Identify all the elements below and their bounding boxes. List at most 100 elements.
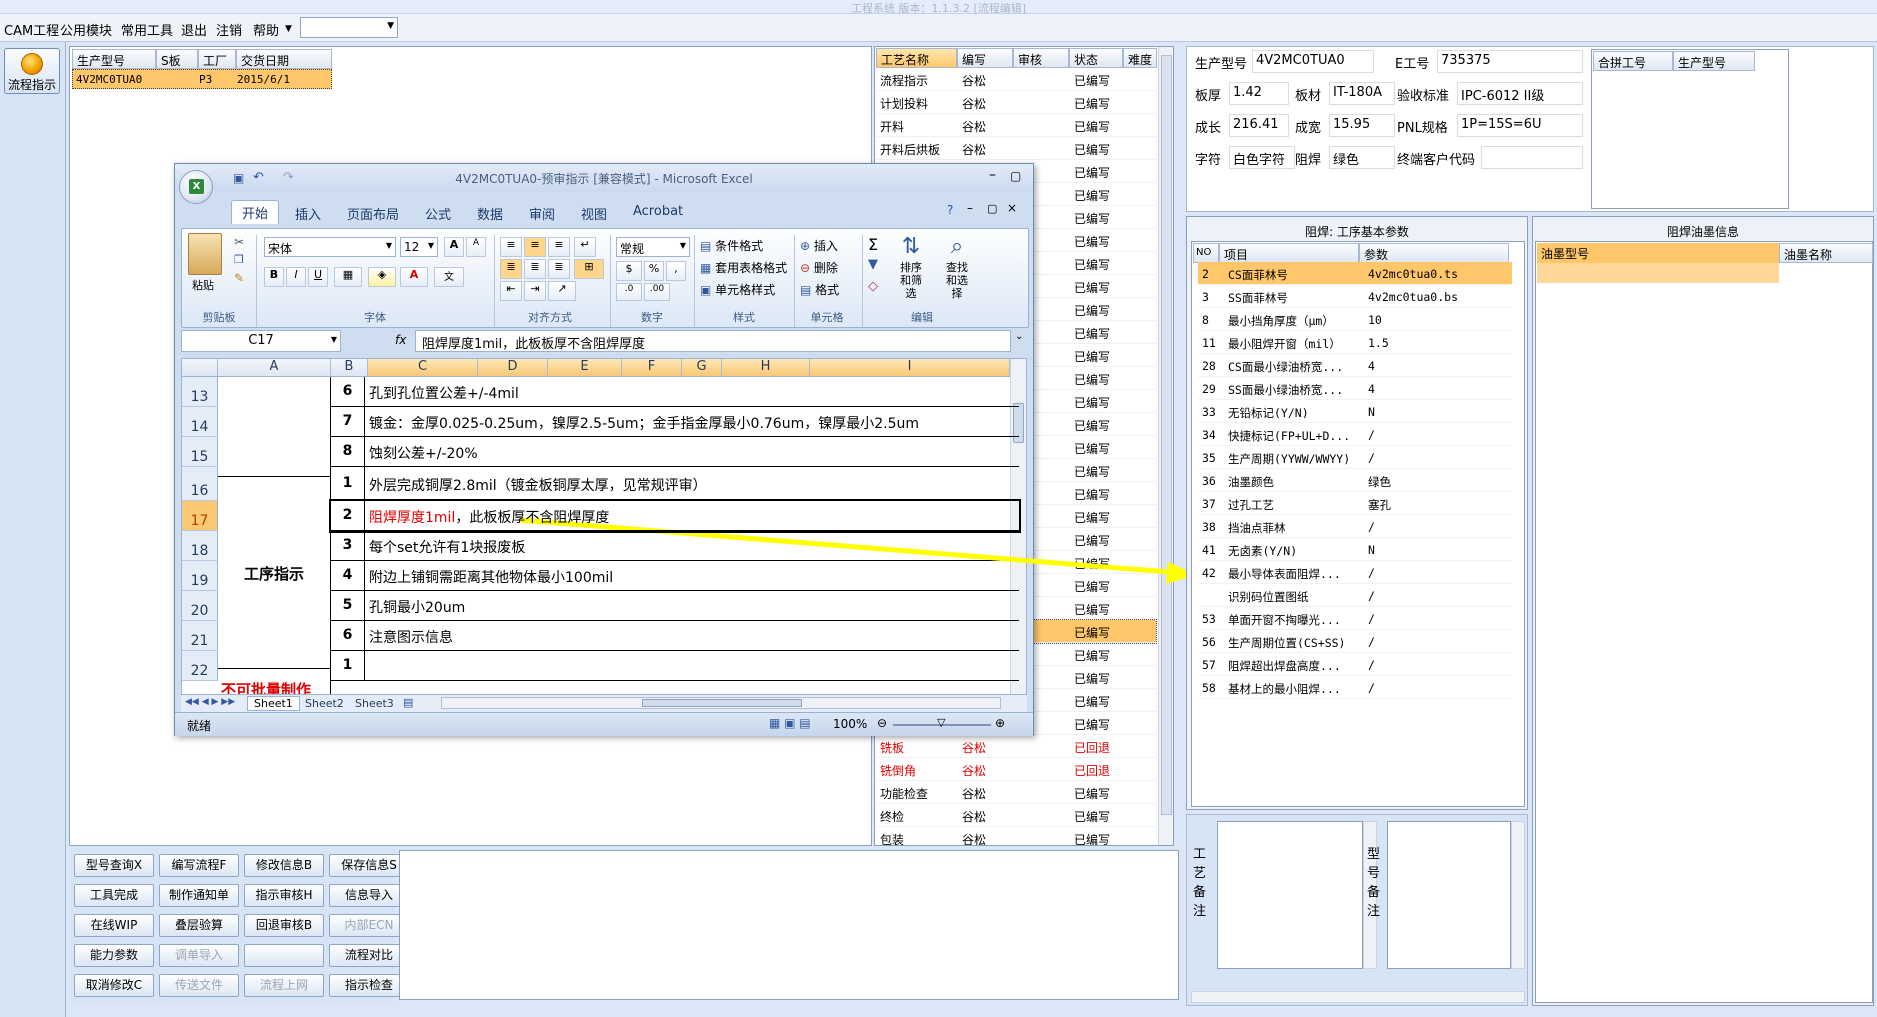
action-button[interactable]: 流程上网 bbox=[244, 974, 324, 997]
param-row[interactable]: 33 无铅标记(Y/N) N bbox=[1198, 400, 1512, 423]
params-header-value[interactable]: 参数 bbox=[1359, 243, 1509, 263]
param-row[interactable]: 41 无卤素(Y/N) N bbox=[1198, 538, 1512, 561]
ink-header-name[interactable]: 油墨名称 bbox=[1779, 243, 1873, 263]
action-button[interactable]: 编写流程F bbox=[159, 854, 239, 877]
param-row[interactable]: 57 阻焊超出焊盘高度... / bbox=[1198, 653, 1512, 676]
params-header-item[interactable]: 项目 bbox=[1219, 243, 1359, 263]
table-row[interactable]: 2 阻焊厚度1mil，此板板厚不含阻焊厚度 bbox=[329, 499, 1021, 533]
param-cell: 阻焊超出焊盘高度... bbox=[1228, 659, 1341, 673]
param-row[interactable]: 42 最小导体表面阻焊... / bbox=[1198, 561, 1512, 584]
param-cell: N bbox=[1368, 543, 1375, 557]
craft-note-textarea[interactable] bbox=[1217, 821, 1363, 969]
action-button[interactable]: 在线WIP bbox=[74, 914, 154, 937]
param-cell: 4v2mc0tua0.bs bbox=[1368, 290, 1459, 304]
param-cell: / bbox=[1368, 658, 1375, 672]
action-button[interactable]: 内部ECN bbox=[329, 914, 409, 937]
param-cell: / bbox=[1368, 612, 1375, 626]
customer-label: 终端客户代码 bbox=[1397, 153, 1476, 168]
thickness-value: 1.42 bbox=[1229, 82, 1289, 105]
param-cell: 4v2mc0tua0.ts bbox=[1368, 267, 1459, 281]
param-cell: 挡油点菲林 bbox=[1228, 521, 1286, 535]
action-button[interactable]: 回退审核B bbox=[244, 914, 324, 937]
action-button[interactable]: 制作通知单 bbox=[159, 884, 239, 907]
action-button[interactable]: 能力参数 bbox=[74, 944, 154, 967]
param-cell: / bbox=[1368, 428, 1375, 442]
param-row[interactable]: 53 单面开窗不掏曝光... / bbox=[1198, 607, 1512, 630]
action-button[interactable]: 工具完成 bbox=[74, 884, 154, 907]
merge-header-job[interactable]: 合拼工号 bbox=[1593, 51, 1673, 71]
action-button[interactable]: 保存信息S bbox=[329, 854, 409, 877]
param-cell: 57 bbox=[1202, 658, 1216, 672]
param-cell: 最小导体表面阻焊... bbox=[1228, 567, 1341, 581]
width-value: 15.95 bbox=[1329, 114, 1395, 137]
param-row[interactable]: 8 最小挡角厚度（μm） 10 bbox=[1198, 308, 1512, 331]
param-row[interactable]: 56 生产周期位置(CS+SS) / bbox=[1198, 630, 1512, 653]
model-note-scroll[interactable] bbox=[1511, 821, 1525, 969]
action-button[interactable]: 修改信息B bbox=[244, 854, 324, 877]
ink-row-selected[interactable] bbox=[1537, 263, 1779, 283]
param-row[interactable]: 3 SS面菲林号 4v2mc0tua0.bs bbox=[1198, 285, 1512, 308]
param-cell: 41 bbox=[1202, 543, 1216, 557]
action-button[interactable]: 指示审核H bbox=[244, 884, 324, 907]
action-button[interactable]: 取消修改C bbox=[74, 974, 154, 997]
param-row[interactable]: 35 生产周期(YYWW/WWYY) / bbox=[1198, 446, 1512, 469]
action-button[interactable]: 叠层验算 bbox=[159, 914, 239, 937]
param-cell: CS面最小绿油桥宽... bbox=[1228, 360, 1344, 374]
param-cell: / bbox=[1368, 566, 1375, 580]
param-row[interactable]: 36 油墨颜色 绿色 bbox=[1198, 469, 1512, 492]
param-cell: 2 bbox=[1202, 267, 1209, 281]
action-button[interactable]: 传送文件 bbox=[159, 974, 239, 997]
ink-header-model[interactable]: 油墨型号 bbox=[1537, 243, 1779, 263]
action-button[interactable]: 流程对比 bbox=[329, 944, 409, 967]
param-row[interactable]: 11 最小阻焊开窗（mil） 1.5 bbox=[1198, 331, 1512, 354]
model-label: 生产型号 bbox=[1195, 57, 1248, 72]
length-value: 216.41 bbox=[1229, 114, 1289, 137]
param-row[interactable]: 识别码位置图纸 / bbox=[1198, 584, 1512, 607]
param-cell: 最小挡角厚度（μm） bbox=[1228, 314, 1334, 328]
width-label: 成宽 bbox=[1295, 121, 1322, 136]
param-cell: 3 bbox=[1202, 290, 1209, 304]
pnl-value: 1P=15S=6U bbox=[1457, 114, 1583, 137]
param-cell: / bbox=[1368, 681, 1375, 695]
param-cell: 28 bbox=[1202, 359, 1216, 373]
param-cell: / bbox=[1368, 451, 1375, 465]
merge-header-model[interactable]: 生产型号 bbox=[1673, 51, 1755, 71]
param-row[interactable]: 28 CS面最小绿油桥宽... 4 bbox=[1198, 354, 1512, 377]
action-button[interactable]: 指示检查 bbox=[329, 974, 409, 997]
param-cell: / bbox=[1368, 520, 1375, 534]
message-textarea[interactable] bbox=[399, 850, 1179, 1000]
param-row[interactable]: 34 快捷标记(FP+UL+D... / bbox=[1198, 423, 1512, 446]
param-cell: 油墨颜色 bbox=[1228, 475, 1274, 489]
ink-grid: 油墨型号 油墨名称 bbox=[1535, 241, 1873, 1003]
param-row[interactable]: 38 挡油点菲林 / bbox=[1198, 515, 1512, 538]
model-value: 4V2MC0TUA0 bbox=[1252, 50, 1374, 73]
ink-title: 阻焊油墨信息 bbox=[1666, 225, 1739, 239]
params-header-no[interactable]: NO bbox=[1193, 243, 1219, 263]
red-text: 阻焊厚度1mil bbox=[369, 510, 456, 526]
ink-panel: 阻焊油墨信息 油墨型号 油墨名称 bbox=[1532, 216, 1874, 1006]
thickness-label: 板厚 bbox=[1195, 89, 1222, 104]
param-cell: N bbox=[1368, 405, 1375, 419]
param-row[interactable]: 29 SS面最小绿油桥宽... 4 bbox=[1198, 377, 1512, 400]
action-button[interactable]: 型号查询X bbox=[74, 854, 154, 877]
model-note-textarea[interactable] bbox=[1387, 821, 1511, 969]
mask-value: 绿色 bbox=[1329, 146, 1395, 169]
param-cell: 53 bbox=[1202, 612, 1216, 626]
param-cell: 过孔工艺 bbox=[1228, 498, 1274, 512]
e-label: E工号 bbox=[1395, 57, 1430, 72]
param-cell: 无铅标记(Y/N) bbox=[1228, 406, 1309, 420]
action-button[interactable] bbox=[244, 944, 324, 967]
param-row[interactable]: 2 CS面菲林号 4v2mc0tua0.ts bbox=[1198, 262, 1512, 285]
standard-label: 验收标准 bbox=[1397, 89, 1450, 104]
info-panel: 生产型号 4V2MC0TUA0 E工号 735375 板厚 1.42 板材 IT… bbox=[1186, 46, 1874, 212]
notes-hscroll[interactable] bbox=[1191, 991, 1525, 1003]
char-label: 字符 bbox=[1195, 153, 1222, 168]
param-row[interactable]: 37 过孔工艺 塞孔 bbox=[1198, 492, 1512, 515]
param-cell: 基材上的最小阻焊... bbox=[1228, 682, 1341, 696]
param-cell: SS面最小绿油桥宽... bbox=[1228, 383, 1344, 397]
action-button[interactable]: 信息导入 bbox=[329, 884, 409, 907]
param-row[interactable]: 58 基材上的最小阻焊... / bbox=[1198, 676, 1512, 699]
param-cell: 58 bbox=[1202, 681, 1216, 695]
param-cell: 34 bbox=[1202, 428, 1216, 442]
action-button[interactable]: 调单导入 bbox=[159, 944, 239, 967]
